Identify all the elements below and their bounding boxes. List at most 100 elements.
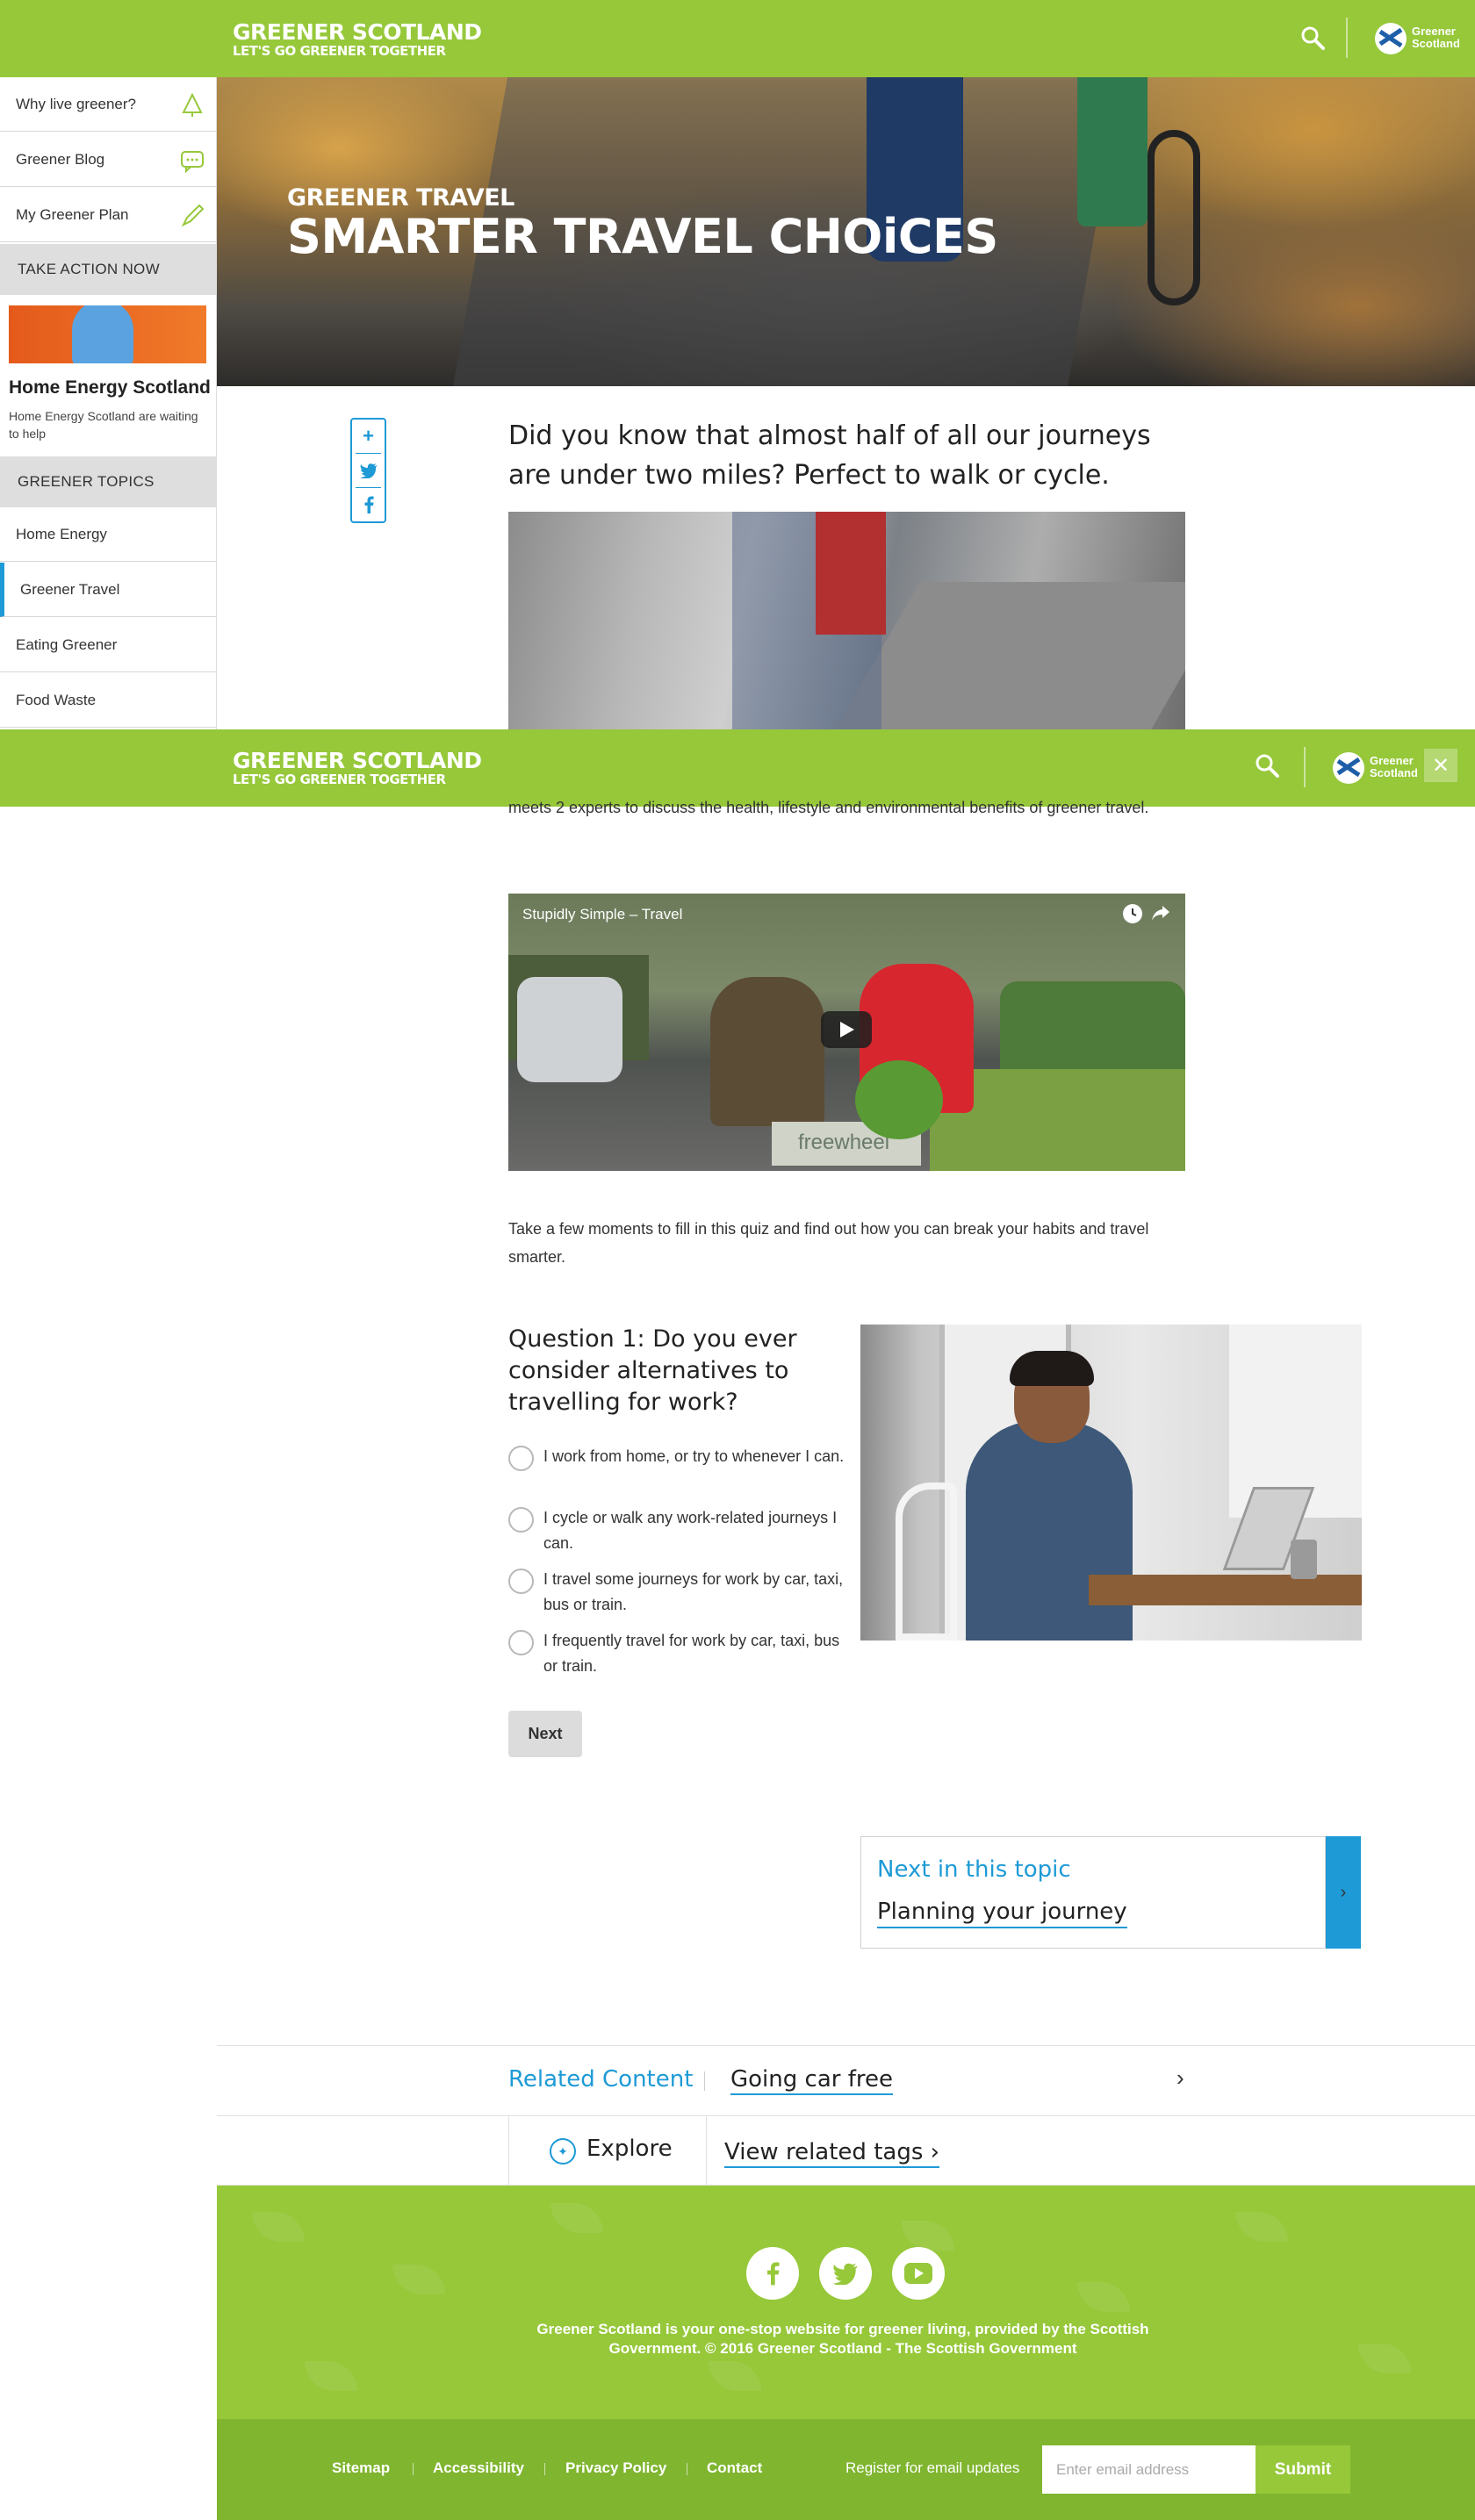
quiz-option[interactable]: I work from home, or try to whenever I c… xyxy=(508,1444,851,1471)
sticky-brand-subtitle: LET'S GO GREENER TOGETHER xyxy=(233,772,446,787)
promo-title[interactable]: Home Energy Scotland xyxy=(9,377,211,398)
radio-button[interactable] xyxy=(508,1630,534,1655)
leaf-pattern xyxy=(1077,2282,1130,2312)
scottish-government-logo[interactable]: Greener Scotland xyxy=(1329,747,1418,789)
email-input[interactable] xyxy=(1042,2445,1256,2494)
footer-link-contact[interactable]: Contact xyxy=(707,2459,762,2477)
related-content-link[interactable]: Going car free xyxy=(730,2066,893,2095)
sidebar-item-label: Eating Greener xyxy=(16,635,118,653)
compass-icon: ✦ xyxy=(550,2138,576,2165)
intro-headline: Did you know that almost half of all our… xyxy=(508,420,1151,491)
sidebar-header-pad xyxy=(0,0,217,77)
option-label: I work from home, or try to whenever I c… xyxy=(543,1447,845,1465)
watch-later-icon[interactable] xyxy=(1123,904,1142,923)
twitter-icon[interactable] xyxy=(819,2247,872,2300)
share-arrow-icon[interactable] xyxy=(1151,904,1170,927)
sidebar-item-home-energy[interactable]: Home Energy xyxy=(0,507,217,562)
leaf-pattern xyxy=(709,2361,761,2391)
search-icon[interactable] xyxy=(1299,25,1326,51)
next-topic-label: Next in this topic xyxy=(877,1856,1071,1883)
share-widget: + xyxy=(350,418,386,523)
footer-link-accessibility[interactable]: Accessibility xyxy=(433,2459,524,2477)
video-cyclist-1 xyxy=(710,977,824,1126)
brand-subtitle: LET'S GO GREENER TOGETHER xyxy=(233,43,446,59)
search-icon[interactable] xyxy=(1254,752,1280,779)
leaf-pattern xyxy=(902,2221,954,2251)
view-related-tags-link[interactable]: View related tags › xyxy=(724,2139,940,2168)
sidebar-item-label: Food Waste xyxy=(16,691,97,708)
youtube-icon[interactable] xyxy=(892,2247,945,2300)
option-label: I cycle or walk any work-related journey… xyxy=(543,1509,838,1552)
hero-child-legs xyxy=(1077,77,1148,226)
leaf-pattern xyxy=(1235,2212,1288,2242)
sidebar-item-greener-travel[interactable]: Greener Travel xyxy=(0,563,217,617)
facebook-icon[interactable] xyxy=(352,488,385,521)
leaf-pattern xyxy=(1358,2344,1411,2373)
mug xyxy=(1291,1540,1317,1579)
sidebar-item-greener-blog[interactable]: Greener Blog xyxy=(0,133,217,187)
divider xyxy=(217,2045,1475,2046)
footer-link-sitemap[interactable]: Sitemap xyxy=(332,2459,390,2477)
radio-button[interactable] xyxy=(508,1507,534,1533)
platform xyxy=(833,582,1185,729)
video-title[interactable]: Stupidly Simple – Travel xyxy=(522,906,682,923)
chair xyxy=(896,1483,957,1641)
video-player[interactable]: freewheel Stupidly Simple – Travel xyxy=(508,894,1185,1171)
play-icon xyxy=(840,1022,854,1037)
take-action-heading: TAKE ACTION NOW xyxy=(0,244,217,295)
sidebar-item-label: Home Energy xyxy=(16,525,107,542)
next-topic-card[interactable]: Next in this topic Planning your journey xyxy=(860,1836,1326,1949)
chat-icon xyxy=(180,148,205,174)
twitter-icon[interactable] xyxy=(352,454,385,487)
sidebar-item-food-waste[interactable]: Food Waste xyxy=(0,673,217,728)
option-label: I frequently travel for work by car, tax… xyxy=(543,1632,840,1675)
play-button[interactable] xyxy=(821,1011,872,1048)
intro-body: meets 2 experts to discuss the health, l… xyxy=(508,799,1149,816)
quiz-option[interactable]: I travel some journeys for work by car, … xyxy=(508,1567,851,1618)
close-icon[interactable]: ✕ xyxy=(1424,749,1457,782)
divider xyxy=(704,2071,705,2091)
related-content-label: Related Content xyxy=(508,2066,694,2093)
man-at-laptop-photo xyxy=(860,1325,1362,1641)
sidebar-item-why-live-greener[interactable]: Why live greener? xyxy=(0,77,217,132)
leaf-pattern xyxy=(392,2265,445,2294)
next-topic-link[interactable]: Planning your journey xyxy=(877,1899,1127,1928)
crate-label: freewheel xyxy=(798,1131,890,1154)
gov-logo-line1: Greener xyxy=(1370,754,1414,767)
sidebar-item-label: Greener Blog xyxy=(16,150,105,168)
quiz-option[interactable]: I cycle or walk any work-related journey… xyxy=(508,1505,851,1556)
leaf-pattern xyxy=(550,2203,603,2233)
facebook-icon[interactable] xyxy=(746,2247,799,2300)
sticky-brand-title[interactable]: GREENER SCOTLAND xyxy=(233,748,482,773)
leaf-pattern xyxy=(305,2361,357,2391)
footer-separator xyxy=(413,2463,414,2475)
plus-icon[interactable]: + xyxy=(352,420,385,453)
promo-text: Home Energy Scotland are waiting to help xyxy=(9,409,198,441)
hero-kicker: GREENER TRAVEL xyxy=(287,184,514,212)
scottish-government-logo[interactable]: Greener Scotland xyxy=(1371,18,1460,60)
radio-button[interactable] xyxy=(508,1446,534,1471)
submit-button[interactable]: Submit xyxy=(1256,2445,1350,2494)
explore-label: Explore xyxy=(586,2136,673,2162)
next-button[interactable]: Next xyxy=(508,1711,582,1757)
quiz-option[interactable]: I frequently travel for work by car, tax… xyxy=(508,1628,851,1679)
sidebar-item-my-greener-plan[interactable]: My Greener Plan xyxy=(0,188,217,242)
sidebar-item-eating-greener[interactable]: Eating Greener xyxy=(0,618,217,672)
brand-title[interactable]: GREENER SCOTLAND xyxy=(233,19,482,45)
train-platform-photo xyxy=(508,512,1185,729)
pencil-icon xyxy=(180,204,205,228)
quiz-intro: Take a few moments to fill in this quiz … xyxy=(508,1220,1149,1266)
home-energy-promo-image[interactable] xyxy=(9,305,206,363)
chevron-right-icon[interactable]: › xyxy=(1176,2064,1184,2092)
gov-logo-line2: Scotland xyxy=(1412,37,1459,50)
header-divider xyxy=(1304,747,1306,787)
question-title: Question 1: Do you ever consider alterna… xyxy=(508,1325,797,1416)
tree-icon xyxy=(180,92,205,118)
leaf-pattern xyxy=(252,2212,305,2242)
footer-link-privacy-policy[interactable]: Privacy Policy xyxy=(565,2459,666,2477)
video-plant xyxy=(855,1060,943,1139)
sidebar-item-label: Greener Travel xyxy=(20,580,120,598)
radio-button[interactable] xyxy=(508,1569,534,1594)
chevron-right-icon[interactable]: › xyxy=(1326,1836,1361,1949)
greener-topics-heading: GREENER TOPICS xyxy=(0,456,217,507)
